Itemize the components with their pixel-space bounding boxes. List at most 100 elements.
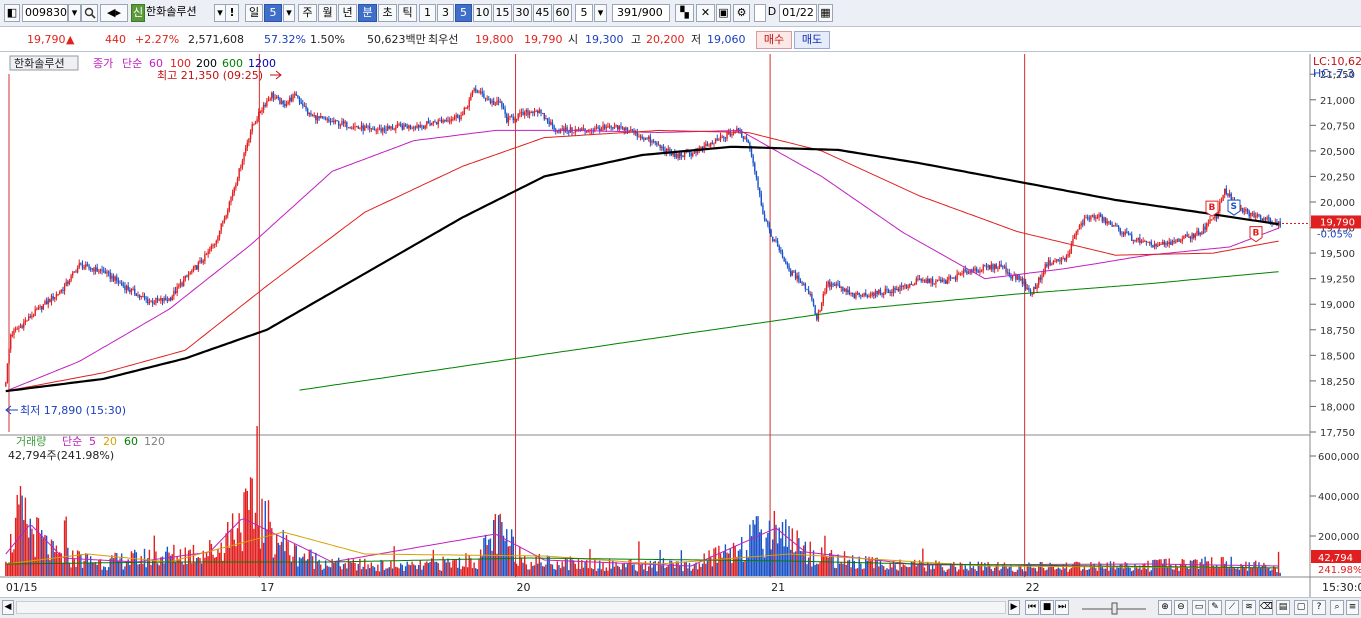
candle-body: [796, 275, 798, 279]
search-icon[interactable]: [81, 4, 98, 22]
tab-minute[interactable]: 분: [358, 4, 377, 22]
volume-bar: [23, 520, 25, 576]
tab-second[interactable]: 초: [378, 4, 397, 22]
volume-bar: [386, 568, 389, 576]
interval-10[interactable]: 10: [473, 4, 492, 22]
tab-day[interactable]: 일: [245, 4, 263, 22]
draw-icon[interactable]: ✎: [1208, 600, 1222, 615]
interval-5[interactable]: 5: [455, 4, 472, 22]
volume-bar: [426, 561, 428, 576]
volume-bar: [145, 567, 147, 576]
volume-bar: [1179, 563, 1182, 576]
interval-15[interactable]: 15: [493, 4, 512, 22]
options-icon[interactable]: ≡: [1346, 600, 1359, 615]
volume-bar: [174, 562, 177, 576]
price-tick-label: 20,000: [1320, 198, 1355, 209]
magnifier-icon[interactable]: ⌕: [1330, 600, 1344, 615]
candle-body: [1113, 225, 1115, 227]
scroll-right-arrow-icon[interactable]: ▶: [1008, 600, 1020, 615]
volume-bar: [770, 549, 772, 576]
volume-bar: [117, 561, 120, 576]
candle-body: [210, 245, 213, 250]
candle-body: [248, 138, 250, 143]
candle-body: [497, 100, 500, 102]
tab-month[interactable]: 월: [318, 4, 337, 22]
volume-bar: [1279, 572, 1281, 576]
candle-body: [1103, 217, 1105, 222]
day-dropdown-icon[interactable]: ▾: [283, 4, 295, 22]
price-tick-label: 19,500: [1320, 249, 1355, 260]
candle-body: [878, 289, 880, 294]
scroll-track[interactable]: [16, 601, 1006, 614]
gear-icon[interactable]: ⚙: [733, 4, 750, 22]
layout-icon[interactable]: ▤: [1276, 600, 1290, 615]
calendar-icon[interactable]: ▦: [818, 4, 833, 22]
interval-3[interactable]: 3: [437, 4, 454, 22]
candle-body: [473, 88, 475, 91]
fib-icon[interactable]: ≋: [1242, 600, 1256, 615]
stock-code-input[interactable]: 009830: [22, 4, 68, 22]
candle-body: [488, 98, 490, 100]
window-icon[interactable]: ▢: [1294, 600, 1308, 615]
volume-bar: [1099, 563, 1102, 576]
tab-year[interactable]: 년: [338, 4, 357, 22]
buy-button[interactable]: 매수: [756, 31, 792, 49]
stock-chart[interactable]: 21,25021,00020,75020,50020,25020,00019,7…: [0, 54, 1361, 597]
candle-body: [907, 286, 909, 288]
erase-icon[interactable]: ⌫: [1259, 600, 1273, 615]
volume-bar: [204, 557, 206, 576]
speaker-icon[interactable]: ◀▸: [100, 4, 128, 22]
candle-body: [765, 219, 767, 222]
tab-tick[interactable]: 틱: [398, 4, 417, 22]
last-page-icon[interactable]: ⏭: [1055, 600, 1069, 615]
candle-body: [382, 128, 384, 132]
volume-bar: [933, 568, 935, 576]
interval-1[interactable]: 1: [419, 4, 436, 22]
candle-body: [501, 101, 503, 107]
candle-body: [489, 99, 492, 103]
code-dropdown-icon[interactable]: ▾: [68, 4, 81, 22]
sell-button[interactable]: 매도: [794, 31, 830, 49]
candle-body: [432, 121, 435, 124]
tab-week[interactable]: 주: [298, 4, 317, 22]
volume-legend-ma-period: 60: [124, 435, 138, 448]
candle-body: [561, 128, 563, 130]
stop-icon[interactable]: ■: [1040, 600, 1054, 615]
zoom-slider[interactable]: [1080, 601, 1150, 615]
indicator-icon[interactable]: ▚: [675, 4, 694, 22]
alert-button[interactable]: !: [225, 4, 239, 22]
d-checkbox[interactable]: [754, 4, 766, 22]
candle-body: [595, 127, 598, 129]
scroll-left-arrow-icon[interactable]: ◀: [2, 600, 14, 615]
interval-60[interactable]: 60: [553, 4, 572, 22]
period-input[interactable]: 5: [575, 4, 593, 22]
interval-45[interactable]: 45: [533, 4, 552, 22]
candle-body: [1042, 272, 1045, 276]
volume-bar: [904, 565, 906, 576]
interval-30[interactable]: 30: [513, 4, 532, 22]
trend-icon[interactable]: ⟋: [1225, 600, 1239, 615]
zoom-in-icon[interactable]: ⊕: [1158, 600, 1172, 615]
candle-body: [727, 132, 730, 134]
count-field[interactable]: 391/900: [612, 4, 670, 22]
candle-body: [533, 111, 536, 114]
save-icon[interactable]: ▣: [716, 4, 731, 22]
candle-body: [1140, 240, 1143, 243]
zoom-out-icon[interactable]: ⊖: [1174, 600, 1188, 615]
volume-bar: [303, 553, 306, 576]
help-icon[interactable]: ?: [1312, 600, 1326, 615]
period-dropdown-icon[interactable]: ▾: [594, 4, 607, 22]
volume-bar: [461, 566, 464, 576]
volume-bar: [819, 562, 821, 576]
candle-body: [781, 252, 784, 258]
chart-type-icon[interactable]: ◧: [4, 4, 20, 22]
candle-body: [985, 266, 988, 268]
first-page-icon[interactable]: ⏮: [1025, 600, 1039, 615]
fit-icon[interactable]: ▭: [1192, 600, 1206, 615]
volume-bar: [287, 541, 289, 576]
date-input[interactable]: 01/22: [779, 4, 817, 22]
candle-body: [1170, 241, 1172, 245]
day-value[interactable]: 5: [264, 4, 282, 22]
crosshair-icon[interactable]: ✕: [696, 4, 715, 22]
candle-body: [966, 270, 968, 274]
